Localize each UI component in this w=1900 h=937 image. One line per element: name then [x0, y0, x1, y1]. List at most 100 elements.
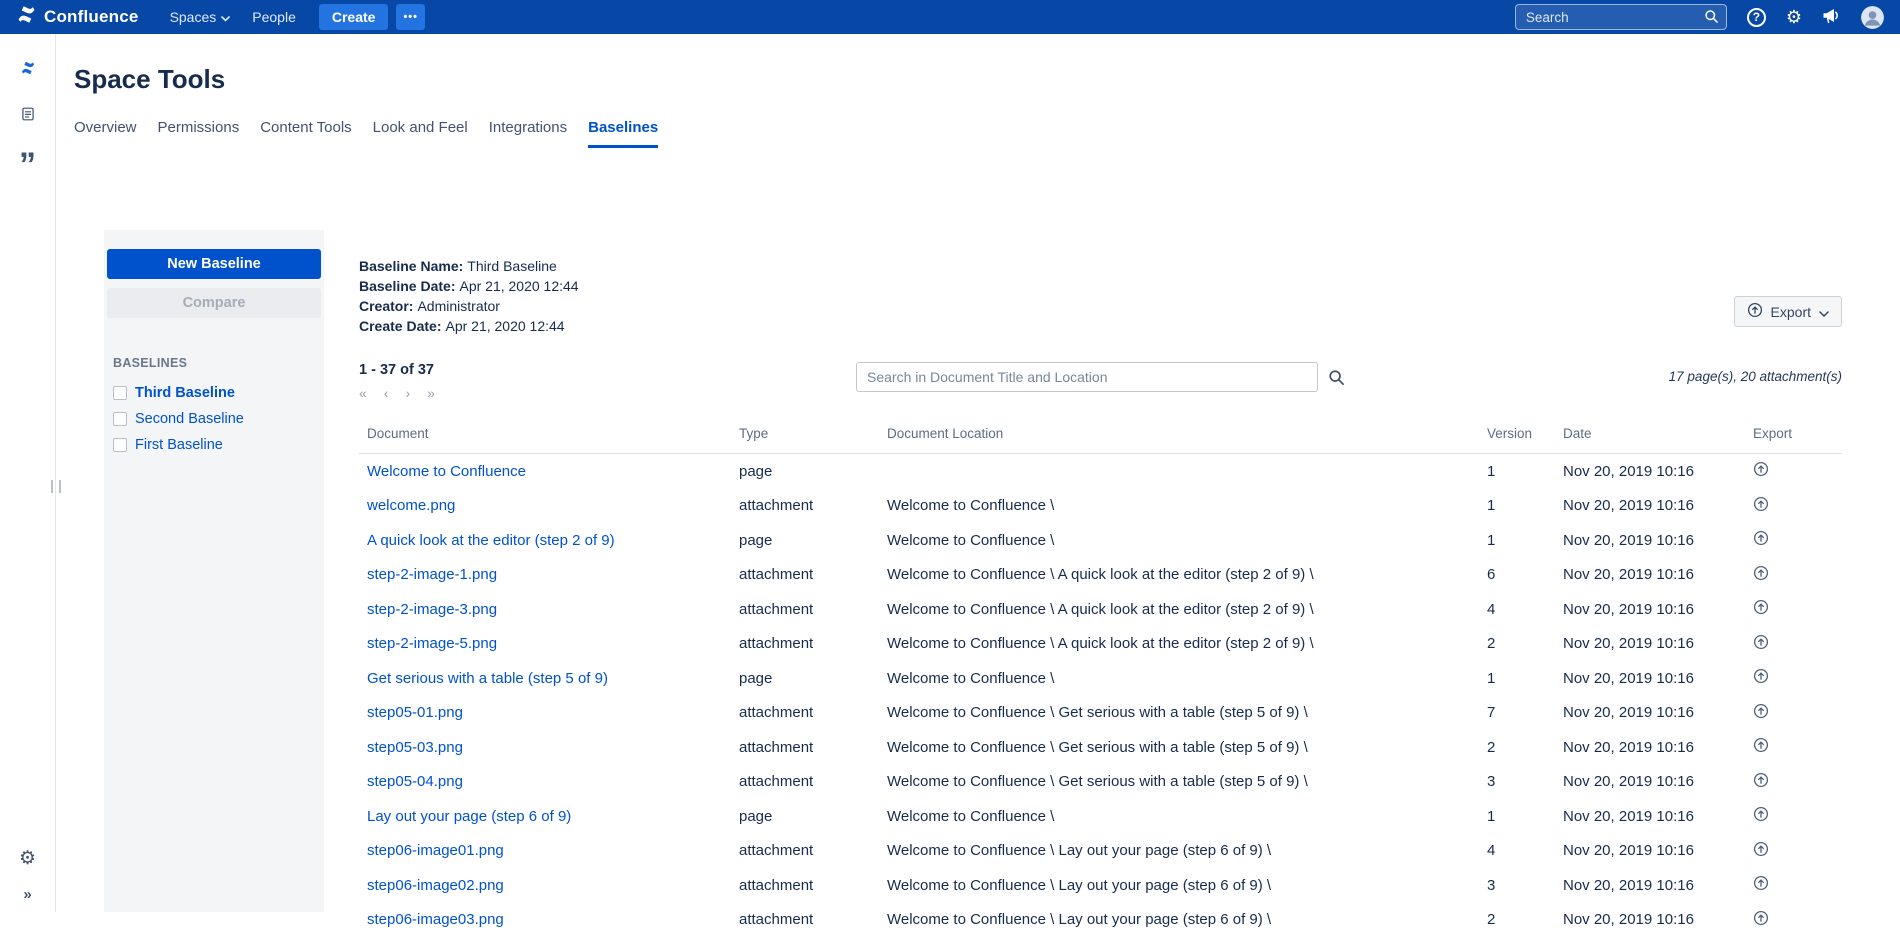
- baseline-list: Third Baseline Second Baseline First Basel…: [107, 380, 321, 458]
- tab-permissions[interactable]: Permissions: [158, 119, 240, 148]
- space-logo-icon[interactable]: [14, 54, 42, 82]
- baseline-checkbox[interactable]: [113, 412, 127, 426]
- tab-look-and-feel[interactable]: Look and Feel: [373, 119, 468, 148]
- export-row-icon[interactable]: [1753, 565, 1769, 581]
- location-cell: Welcome to Confluence \ A quick look at …: [879, 627, 1479, 662]
- export-row-icon[interactable]: [1753, 910, 1769, 926]
- type-cell: attachment: [731, 627, 879, 662]
- type-cell: page: [731, 523, 879, 558]
- document-link[interactable]: step-2-image-3.png: [367, 601, 497, 618]
- export-row-icon[interactable]: [1753, 737, 1769, 753]
- announcements-button[interactable]: [1822, 7, 1841, 27]
- pagination-first-page[interactable]: «: [359, 386, 367, 400]
- space-settings-icon[interactable]: ⚙: [13, 848, 42, 869]
- date-cell: Nov 20, 2019 10:16: [1555, 730, 1745, 765]
- export-row-icon[interactable]: [1753, 772, 1769, 788]
- export-button[interactable]: Export: [1734, 296, 1842, 327]
- document-link[interactable]: Get serious with a table (step 5 of 9): [367, 670, 608, 687]
- document-link[interactable]: Lay out your page (step 6 of 9): [367, 808, 571, 825]
- location-cell: Welcome to Confluence \ A quick look at …: [879, 558, 1479, 593]
- table-row: step06-image02.pngattachmentWelcome to C…: [359, 868, 1842, 903]
- document-link[interactable]: step06-image02.png: [367, 877, 504, 894]
- document-link[interactable]: step-2-image-5.png: [367, 635, 497, 652]
- compare-button[interactable]: Compare: [107, 288, 321, 318]
- document-link[interactable]: step06-image03.png: [367, 911, 504, 928]
- document-cell: step06-image01.png: [359, 834, 731, 869]
- confluence-home-link[interactable]: Confluence: [16, 4, 139, 30]
- create-more-button[interactable]: •••: [396, 4, 425, 30]
- meta-label: Baseline Date:: [359, 278, 455, 294]
- meta-value: Administrator: [417, 298, 499, 314]
- date-cell: Nov 20, 2019 10:16: [1555, 454, 1745, 489]
- export-row-icon[interactable]: [1753, 703, 1769, 719]
- export-row-icon[interactable]: [1753, 496, 1769, 512]
- pages-icon[interactable]: [14, 100, 42, 128]
- baseline-link[interactable]: Second Baseline: [135, 411, 244, 427]
- create-button[interactable]: Create: [319, 4, 389, 30]
- export-row-icon[interactable]: [1753, 875, 1769, 891]
- pagination-next-page[interactable]: ›: [405, 386, 410, 400]
- date-cell: Nov 20, 2019 10:16: [1555, 627, 1745, 662]
- chevron-down-icon: [221, 9, 230, 25]
- sidebar-collapse-handle[interactable]: [51, 480, 61, 493]
- tab-content-tools[interactable]: Content Tools: [260, 119, 351, 148]
- export-row-icon[interactable]: [1753, 668, 1769, 684]
- document-search-input[interactable]: [856, 362, 1318, 392]
- export-cell: [1745, 661, 1842, 696]
- help-button[interactable]: ?: [1747, 8, 1766, 27]
- nav-spaces-label: Spaces: [170, 9, 217, 25]
- document-link[interactable]: step-2-image-1.png: [367, 566, 497, 583]
- column-header-document-location: Document Location: [879, 420, 1479, 454]
- document-link[interactable]: A quick look at the editor (step 2 of 9): [367, 532, 615, 549]
- document-cell: welcome.png: [359, 489, 731, 524]
- export-row-icon[interactable]: [1753, 634, 1769, 650]
- space-tools-tabs: Overview Permissions Content Tools Look and…: [74, 119, 1900, 148]
- date-cell: Nov 20, 2019 10:16: [1555, 523, 1745, 558]
- brand-text: Confluence: [44, 7, 139, 27]
- nav-spaces[interactable]: Spaces: [159, 9, 242, 25]
- version-cell: 3: [1479, 765, 1555, 800]
- pagination-prev-page[interactable]: ‹: [384, 386, 389, 400]
- baseline-checkbox[interactable]: [113, 438, 127, 452]
- document-link[interactable]: step05-04.png: [367, 773, 463, 790]
- pagination-last-page[interactable]: »: [427, 386, 435, 400]
- tab-integrations[interactable]: Integrations: [489, 119, 567, 148]
- user-avatar[interactable]: [1861, 6, 1884, 29]
- baselines-panel: New Baseline Compare BASELINES Third Bas…: [104, 230, 324, 912]
- search-input[interactable]: [1515, 4, 1727, 30]
- document-link[interactable]: Welcome to Confluence: [367, 463, 526, 480]
- blog-quote-icon[interactable]: ”: [14, 146, 42, 174]
- export-row-icon[interactable]: [1753, 461, 1769, 477]
- export-row-icon[interactable]: [1753, 599, 1769, 615]
- baseline-link[interactable]: First Baseline: [135, 437, 223, 453]
- document-cell: step05-01.png: [359, 696, 731, 731]
- document-link[interactable]: step06-image01.png: [367, 842, 504, 859]
- document-link[interactable]: welcome.png: [367, 497, 455, 514]
- search-icon[interactable]: [1328, 369, 1345, 391]
- nav-people[interactable]: People: [241, 9, 307, 25]
- type-cell: attachment: [731, 696, 879, 731]
- document-link[interactable]: step05-03.png: [367, 739, 463, 756]
- expand-sidebar-icon[interactable]: »: [17, 885, 37, 904]
- baseline-item-second-baseline: Second Baseline: [107, 406, 321, 432]
- new-baseline-button[interactable]: New Baseline: [107, 249, 321, 279]
- baseline-link[interactable]: Third Baseline: [135, 385, 235, 401]
- baselines-content: New Baseline Compare BASELINES Third Bas…: [56, 230, 1900, 912]
- document-cell: step06-image03.png: [359, 903, 731, 937]
- date-cell: Nov 20, 2019 10:16: [1555, 903, 1745, 937]
- tab-baselines[interactable]: Baselines: [588, 119, 658, 148]
- export-cell: [1745, 799, 1842, 834]
- document-cell: Get serious with a table (step 5 of 9): [359, 661, 731, 696]
- export-row-icon[interactable]: [1753, 841, 1769, 857]
- document-link[interactable]: step05-01.png: [367, 704, 463, 721]
- settings-button[interactable]: ⚙: [1786, 8, 1802, 26]
- export-row-icon[interactable]: [1753, 530, 1769, 546]
- search-icon[interactable]: [1704, 9, 1719, 29]
- type-cell: attachment: [731, 592, 879, 627]
- version-cell: 1: [1479, 799, 1555, 834]
- export-row-icon[interactable]: [1753, 806, 1769, 822]
- type-cell: page: [731, 661, 879, 696]
- baseline-checkbox[interactable]: [113, 386, 127, 400]
- tab-overview[interactable]: Overview: [74, 119, 137, 148]
- table-row: step06-image01.pngattachmentWelcome to C…: [359, 834, 1842, 869]
